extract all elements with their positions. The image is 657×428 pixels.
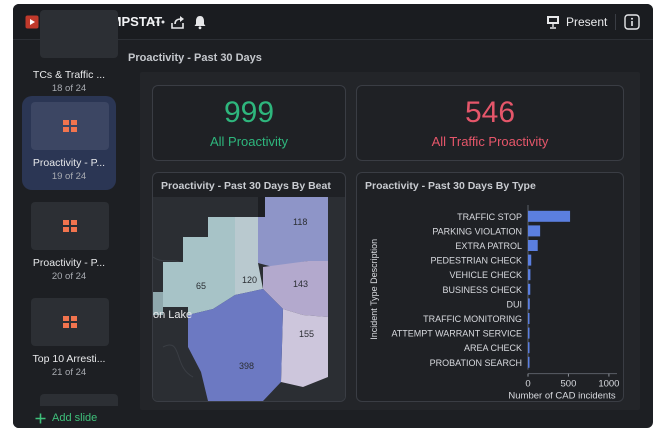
x-tick-label: 500 [561,379,577,390]
add-slide-button[interactable]: Add slide [35,412,97,424]
bar[interactable] [528,210,571,222]
bar-chart: TRAFFIC STOP PARKING VIOLATION EXTRA PATRO… [369,205,619,401]
kpi-card-all-proactivity[interactable]: 999 All Proactivity [152,85,346,161]
toolbar-divider [615,14,616,30]
kpi-label: All Proactivity [209,134,289,149]
chart-title: Proactivity - Past 30 Days By Type [365,180,536,192]
slide-thumbnail [31,298,109,346]
category-label: PROBATION SEARCH [430,358,522,368]
bar[interactable] [528,327,530,339]
slide-canvas: 999 All Proactivity 546 All Traffic Proa… [140,72,640,410]
present-icon [547,16,559,29]
beat-map-card[interactable]: Proactivity - Past 30 Days By Beat 118 6… [152,172,346,402]
add-slide-label: Add slide [52,412,98,424]
slide-name: Proactivity - P... [32,157,106,169]
slide-count: 19 of 24 [51,171,87,182]
category-label: DUI [507,299,523,309]
slide-count: 21 of 24 [51,367,87,378]
x-axis-title: Number of CAD incidents [508,391,615,401]
bar[interactable] [528,313,530,324]
slide-item[interactable]: TCs & Traffic ... 18 of 24 [22,62,116,94]
x-tick-label: 1000 [598,379,619,390]
bar[interactable] [528,356,530,368]
present-label: Present [566,15,608,29]
type-chart-card[interactable]: Proactivity - Past 30 Days By Type TRAFF… [356,172,624,402]
map-svg: 118 65 120 143 155 398 on Lake [153,197,345,401]
category-label: TRAFFIC MONITORING [423,314,522,324]
share-icon[interactable] [170,14,186,30]
kpi-value: 546 [464,96,516,129]
slide-item[interactable]: Proactivity - P... 20 of 24 [22,202,116,282]
slide-item-active[interactable]: Proactivity - P... 19 of 24 [22,96,116,190]
kpi-value: 999 [223,96,275,129]
category-label: ATTEMPT WARRANT SERVICE [391,329,522,339]
bar[interactable] [528,342,530,354]
slide-name: Top 10 Arresti... [32,353,106,365]
kpi-card-traffic-proactivity[interactable]: 546 All Traffic Proactivity [356,85,624,161]
info-icon[interactable] [624,14,640,30]
beat-155[interactable] [281,309,328,387]
category-label: VEHICLE CHECK [449,270,522,280]
beat-label: 155 [299,329,314,339]
beat-label: 120 [242,275,257,285]
slide-name: TCs & Traffic ... [32,69,106,81]
category-label: EXTRA PATROL [455,241,522,251]
category-label: PEDESTRIAN CHECK [430,256,522,266]
beat-map[interactable]: 118 65 120 143 155 398 on Lake [153,197,345,401]
bar[interactable] [528,269,531,281]
presentation-app-icon [25,15,39,29]
bar[interactable] [528,225,541,237]
y-axis-title: Incident Type Description [369,239,379,340]
slide-sidebar: TCs & Traffic ... 18 of 24 Proactivity -… [13,10,125,428]
bar[interactable] [528,240,538,251]
bar[interactable] [528,298,530,310]
grid-icon [63,316,77,328]
beat-118[interactable] [258,197,328,267]
slide-thumbnail [31,102,109,150]
slide-thumbnail-partial[interactable] [40,10,118,58]
x-tick-label: 0 [525,379,530,390]
category-label: BUSINESS CHECK [442,285,522,295]
bar[interactable] [528,254,532,266]
slide-thumbnail [31,202,109,250]
grid-icon [63,120,77,132]
beat-label: 118 [293,217,307,227]
more-options-icon[interactable] [150,14,166,30]
beat-label: 143 [293,279,308,289]
bar[interactable] [528,283,531,295]
slide-title: Proactivity - Past 30 Days [128,52,262,64]
slide-count: 20 of 24 [51,271,87,282]
beat-label: 65 [196,281,206,291]
grid-icon [63,220,77,232]
kpi-label: All Traffic Proactivity [431,134,549,149]
present-button[interactable]: Present [546,12,607,32]
category-label: TRAFFIC STOP [457,212,522,222]
slide-name: Proactivity - P... [32,257,106,269]
slide-thumbnail-partial[interactable] [40,394,118,406]
beat-label: 398 [239,361,254,371]
bell-icon[interactable] [192,14,208,30]
slide-item[interactable]: Top 10 Arresti... 21 of 24 [22,298,116,378]
category-label: AREA CHECK [464,343,522,353]
slide-count: 18 of 24 [51,83,87,94]
plus-icon [35,413,46,423]
map-place-label: on Lake [153,309,192,321]
map-title: Proactivity - Past 30 Days By Beat [161,180,331,192]
category-label: PARKING VIOLATION [432,226,522,236]
